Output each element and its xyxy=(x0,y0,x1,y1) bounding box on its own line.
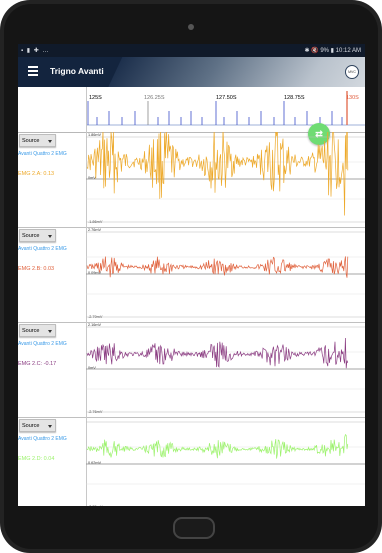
status-info: ✱ 🔇 9% ▮ 10:12 AM xyxy=(304,48,362,54)
chevron-down-icon xyxy=(48,330,52,333)
camera xyxy=(188,24,194,30)
chevron-down-icon xyxy=(48,140,52,143)
channel-info: Source Avanti Quattro 2 EMG EMG 2.C: -0.… xyxy=(18,322,87,417)
app-title: Trigno Avanti xyxy=(50,66,104,76)
source-label: Source xyxy=(22,233,40,239)
emg-plot[interactable] xyxy=(86,417,365,506)
sensor-name: Avanti Quattro 2 EMG xyxy=(18,436,67,442)
channel-info: Source Avanti Quattro 2 EMG EMG 2.D: 0.0… xyxy=(18,417,87,506)
tablet-frame: ▪ ▮ ✚ … ✱ 🔇 9% ▮ 10:12 AM Trigno Avanti … xyxy=(0,0,382,553)
source-label: Source xyxy=(22,328,40,334)
emg-channel: Source Avanti Quattro 2 EMG EMG 2.B: 0.0… xyxy=(18,227,365,323)
emg-trace xyxy=(86,256,349,278)
status-icons: ▪ ▮ ✚ … xyxy=(21,48,50,54)
emg-trace xyxy=(86,337,349,369)
emg-value: EMG 2.D: 0.04 xyxy=(18,456,55,462)
emg-channel: Source Avanti Quattro 2 EMG EMG 2.D: 0.0… xyxy=(18,417,365,506)
emg-value: EMG 2.B: 0.03 xyxy=(18,266,55,272)
appbar-gradient xyxy=(94,57,365,87)
emg-trace xyxy=(86,433,349,459)
channel-info: Source Avanti Quattro 2 EMG EMG 2.A: 0.1… xyxy=(18,132,87,227)
source-dropdown[interactable]: Source xyxy=(19,419,56,432)
sensor-name: Avanti Quattro 2 EMG xyxy=(18,341,67,347)
mvc-avatar-button[interactable]: MVC xyxy=(345,65,359,79)
emg-channel: Source Avanti Quattro 2 EMG EMG 2.C: -0.… xyxy=(18,322,365,418)
source-label: Source xyxy=(22,138,40,144)
source-dropdown[interactable]: Source xyxy=(19,134,56,147)
chevron-down-icon xyxy=(48,235,52,238)
emg-value: EMG 2.A: 0.13 xyxy=(18,171,55,177)
emg-trace xyxy=(86,132,349,216)
app-bar: Trigno Avanti MVC xyxy=(18,57,365,87)
status-bar: ▪ ▮ ✚ … ✱ 🔇 9% ▮ 10:12 AM xyxy=(18,44,365,57)
source-dropdown[interactable]: Source xyxy=(19,229,56,242)
chevron-down-icon xyxy=(48,425,52,428)
emg-channel: Source Avanti Quattro 2 EMG EMG 2.A: 0.1… xyxy=(18,132,365,228)
home-button[interactable] xyxy=(173,517,215,539)
emg-plot[interactable] xyxy=(86,322,365,417)
sensor-name: Avanti Quattro 2 EMG xyxy=(18,151,67,157)
screen: ▪ ▮ ✚ … ✱ 🔇 9% ▮ 10:12 AM Trigno Avanti … xyxy=(18,44,365,506)
hamburger-menu-icon[interactable] xyxy=(28,66,38,76)
emg-plot[interactable] xyxy=(86,132,365,227)
emg-value: EMG 2.C: -0.17 xyxy=(18,361,57,367)
sensor-name: Avanti Quattro 2 EMG xyxy=(18,246,67,252)
emg-plot[interactable] xyxy=(86,227,365,322)
source-dropdown[interactable]: Source xyxy=(19,324,56,337)
channel-info: Source Avanti Quattro 2 EMG EMG 2.B: 0.0… xyxy=(18,227,87,322)
source-label: Source xyxy=(22,423,40,429)
